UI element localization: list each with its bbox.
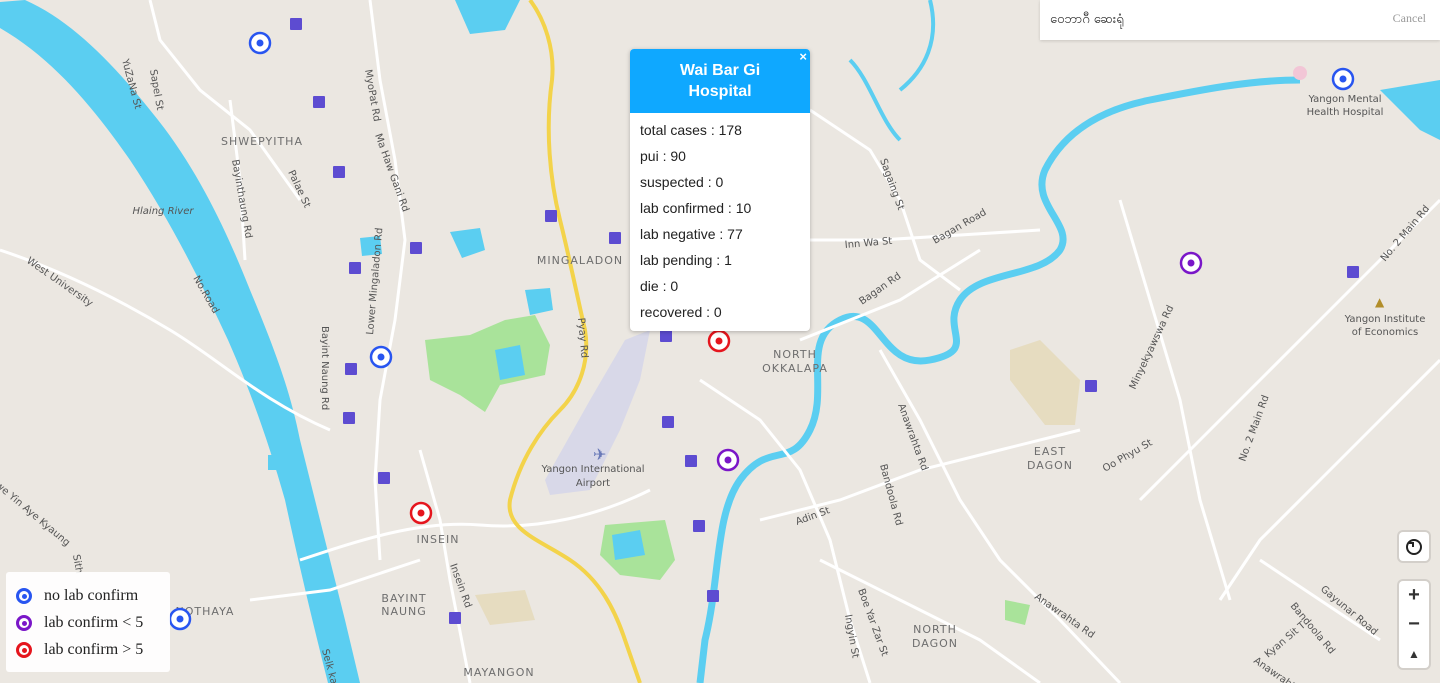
zoom-controls: + − ▲: [1399, 581, 1429, 668]
blue-marker[interactable]: [248, 31, 272, 55]
popup-stats: total cases : 178 pui : 90 suspected : 0…: [630, 113, 810, 329]
area-label: BAYINT: [381, 592, 426, 605]
poi-label: Yangon International: [540, 464, 644, 475]
blue-marker[interactable]: [369, 345, 393, 369]
purple-ring-icon: [16, 615, 32, 631]
reset-rotation-icon: [1399, 532, 1429, 561]
blue-marker-dot: [176, 615, 184, 623]
compass-icon[interactable]: ▲: [1399, 639, 1429, 668]
stat-lab-negative: lab negative : 77: [640, 226, 743, 242]
legend-item-no-lab-confirm: no lab confirm: [16, 585, 138, 607]
legend-item-lab-confirm-lt5: lab confirm < 5: [16, 612, 143, 634]
popup-title: Wai Bar Gi Hospital: [630, 49, 810, 113]
area-label: NORTH: [913, 623, 957, 636]
hospital-icon: [1293, 66, 1307, 80]
cancel-button[interactable]: Cancel: [1393, 11, 1426, 26]
area-label: NORTH: [773, 348, 817, 361]
school-icon: ▲: [1375, 295, 1385, 309]
stat-total-cases: total cases : 178: [640, 122, 742, 138]
area-label: DAGON: [1027, 459, 1073, 472]
red-marker[interactable]: [707, 329, 731, 353]
red-marker[interactable]: [409, 501, 433, 525]
stat-recovered: recovered : 0: [640, 304, 722, 320]
blue-marker-dot: [256, 39, 264, 47]
airplane-icon: ✈: [593, 445, 606, 464]
red-marker-dot: [715, 337, 723, 345]
blue-ring-icon: [16, 588, 32, 604]
blue-marker-dot: [1339, 75, 1347, 83]
purple-marker[interactable]: [1179, 251, 1203, 275]
purple-marker-dot: [724, 456, 732, 464]
close-icon[interactable]: ×: [799, 49, 807, 64]
stat-lab-confirmed: lab confirmed : 10: [640, 200, 752, 216]
lake: [612, 530, 645, 560]
legend-label: no lab confirm: [44, 587, 139, 604]
area-label: INSEIN: [417, 533, 460, 546]
search-bar: Cancel: [1040, 0, 1440, 40]
search-input[interactable]: [1048, 8, 1372, 32]
stat-lab-pending: lab pending : 1: [640, 252, 732, 268]
reset-rotation-button[interactable]: [1399, 532, 1429, 561]
stat-pui: pui : 90: [640, 148, 686, 164]
purple-marker-dot: [1187, 259, 1195, 267]
blue-marker-dot: [377, 353, 385, 361]
stat-die: die : 0: [640, 278, 679, 294]
lake: [495, 345, 525, 380]
zoom-in-button[interactable]: +: [1399, 581, 1429, 610]
area-label: NAUNG: [381, 605, 427, 618]
blue-marker[interactable]: [1331, 67, 1355, 91]
purple-marker[interactable]: [716, 448, 740, 472]
water-label: Hlaing River: [133, 206, 195, 217]
zoom-out-button[interactable]: −: [1399, 610, 1429, 639]
poi-label: Yangon Institute: [1344, 314, 1426, 325]
legend-label: lab confirm > 5: [44, 641, 144, 658]
legend-item-lab-confirm-gt5: lab confirm > 5: [16, 639, 143, 661]
area-label: DAGON: [912, 637, 958, 650]
area-label: EAST: [1034, 445, 1066, 458]
red-marker-dot: [417, 509, 425, 517]
legend: no lab confirm lab confirm < 5 lab confi…: [6, 572, 170, 672]
blue-marker[interactable]: [168, 607, 192, 631]
poi-label: Airport: [576, 478, 610, 489]
poi-label: of Economics: [1352, 327, 1418, 338]
area-label: SHWEPYITHA: [221, 135, 303, 148]
hospital-popup: Wai Bar Gi Hospital × total cases : 178 …: [630, 49, 810, 331]
legend-label: lab confirm < 5: [44, 614, 144, 631]
area-label: MAYANGON: [463, 666, 534, 679]
stat-suspected: suspected : 0: [640, 174, 724, 190]
poi-label: Health Hospital: [1307, 107, 1384, 118]
area-label: MINGALADON: [537, 254, 623, 267]
red-ring-icon: [16, 642, 32, 658]
area-label: OKKALAPA: [762, 362, 828, 375]
street-label: Bayint Naung Rd: [319, 326, 330, 410]
poi-label: Yangon Mental: [1307, 94, 1381, 105]
lake: [268, 455, 285, 470]
